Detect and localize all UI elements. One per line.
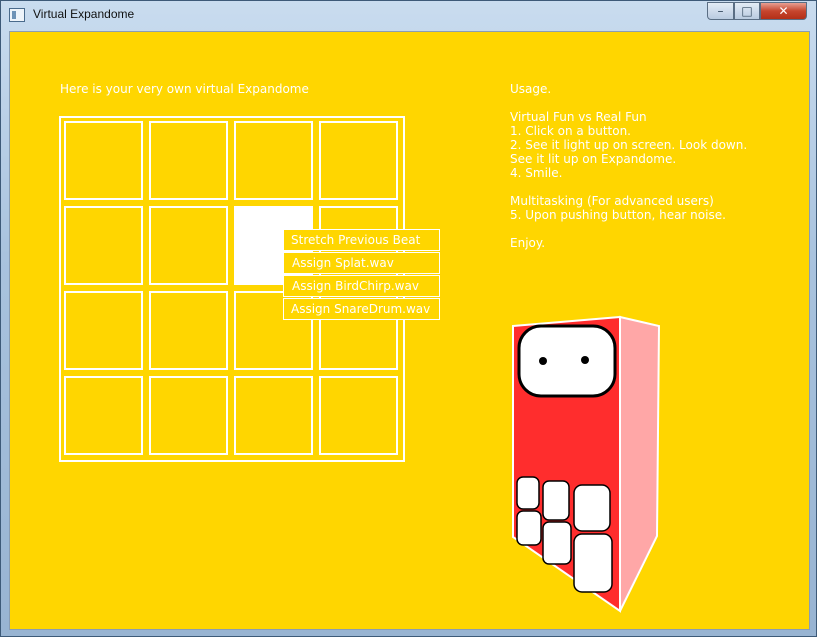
instruction-line: Enjoy. bbox=[510, 236, 546, 250]
context-menu: Stretch Previous Beat Assign Splat.wav Ass… bbox=[283, 229, 440, 321]
context-menu-item[interactable]: Assign Splat.wav bbox=[283, 252, 440, 274]
instruction-line: 1. Click on a button. bbox=[510, 124, 631, 138]
instruction-line: See it lit up on Expandome. bbox=[510, 152, 677, 166]
grid-button[interactable] bbox=[234, 376, 313, 455]
mascot-left-eye bbox=[539, 357, 547, 365]
page-heading: Here is your very own virtual Expandome bbox=[60, 82, 309, 96]
instruction-line: 4. Smile. bbox=[510, 166, 563, 180]
usage-instructions: Usage. Virtual Fun vs Real Fun 1. Click on… bbox=[510, 82, 747, 250]
grid-button[interactable] bbox=[149, 121, 228, 200]
grid-button[interactable] bbox=[234, 121, 313, 200]
instruction-line bbox=[510, 222, 747, 236]
minimize-icon: – bbox=[717, 4, 724, 18]
mascot-right-eye bbox=[581, 356, 589, 364]
grid-button[interactable] bbox=[319, 376, 398, 455]
expandome-mascot bbox=[512, 315, 661, 613]
grid-button[interactable] bbox=[149, 206, 228, 285]
grid-button[interactable] bbox=[64, 376, 143, 455]
mascot-teeth bbox=[516, 476, 613, 593]
grid-button[interactable] bbox=[64, 121, 143, 200]
instruction-line bbox=[510, 180, 747, 194]
canvas-area: Here is your very own virtual Expandome … bbox=[9, 31, 810, 630]
grid-button[interactable] bbox=[64, 206, 143, 285]
context-menu-item[interactable]: Assign BirdChirp.wav bbox=[283, 275, 440, 297]
instruction-line bbox=[510, 96, 747, 110]
grid-button[interactable] bbox=[64, 291, 143, 370]
grid-button[interactable] bbox=[149, 376, 228, 455]
mascot-face-screen bbox=[517, 324, 617, 398]
grid-button[interactable] bbox=[319, 121, 398, 200]
mascot-side-face bbox=[619, 315, 661, 612]
maximize-button[interactable]: □ bbox=[734, 2, 760, 20]
close-icon: ✕ bbox=[778, 4, 789, 18]
app-window: Virtual Expandome – □ ✕ Here is your ver… bbox=[0, 0, 817, 637]
instruction-line: Multitasking (For advanced users) bbox=[510, 194, 714, 208]
title-bar[interactable]: Virtual Expandome – □ ✕ bbox=[1, 1, 816, 30]
grid-button[interactable] bbox=[149, 291, 228, 370]
instruction-line: Usage. bbox=[510, 82, 552, 96]
window-title: Virtual Expandome bbox=[33, 7, 135, 21]
instruction-line: 2. See it light up on screen. Look down. bbox=[510, 138, 748, 152]
minimize-button[interactable]: – bbox=[707, 2, 734, 20]
instruction-line: 5. Upon pushing button, hear noise. bbox=[510, 208, 726, 222]
close-button[interactable]: ✕ bbox=[760, 2, 807, 20]
instruction-line: Virtual Fun vs Real Fun bbox=[510, 110, 647, 124]
context-menu-item[interactable]: Assign SnareDrum.wav bbox=[283, 298, 440, 320]
context-menu-item[interactable]: Stretch Previous Beat bbox=[283, 229, 440, 251]
app-window-icon[interactable] bbox=[9, 8, 25, 22]
maximize-icon: □ bbox=[741, 4, 753, 18]
